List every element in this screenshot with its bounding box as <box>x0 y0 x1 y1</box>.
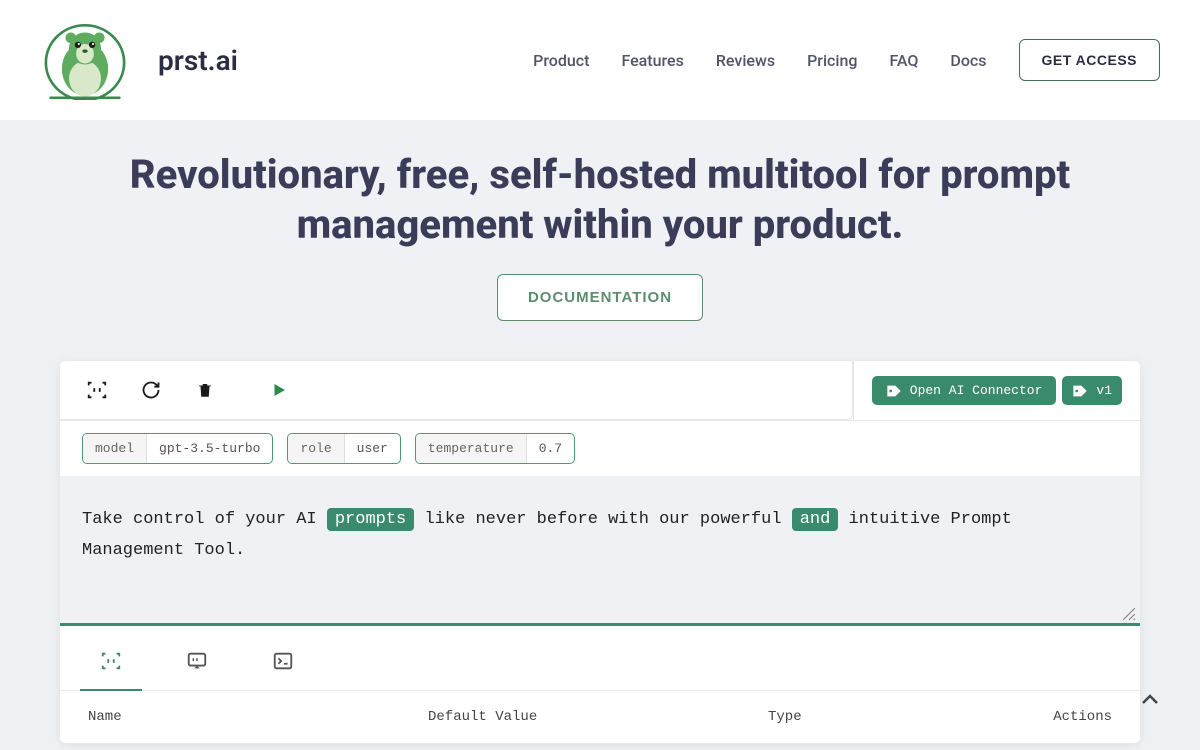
tab-comments[interactable] <box>174 642 220 690</box>
param-key: model <box>83 434 147 463</box>
refresh-icon[interactable] <box>138 377 164 403</box>
trash-icon[interactable] <box>192 377 218 403</box>
variables-table-header: Name Default Value Type Actions <box>60 691 1140 743</box>
terminal-icon <box>272 650 294 672</box>
play-icon[interactable] <box>266 377 292 403</box>
th-type: Type <box>768 709 1012 725</box>
connector-badge[interactable]: Open AI Connector <box>872 376 1057 405</box>
version-label: v1 <box>1096 383 1112 398</box>
hero-headline: Revolutionary, free, self-hosted multito… <box>80 150 1120 250</box>
toolbar-left <box>60 361 853 420</box>
param-temperature[interactable]: temperature 0.7 <box>415 433 575 464</box>
nav-docs[interactable]: Docs <box>950 51 986 70</box>
brand: prst.ai <box>40 20 238 100</box>
tag-icon <box>1072 384 1088 398</box>
hero: Revolutionary, free, self-hosted multito… <box>0 120 1200 341</box>
th-default: Default Value <box>428 709 768 725</box>
th-name: Name <box>88 709 428 725</box>
nav-pricing[interactable]: Pricing <box>807 51 857 70</box>
variable-token[interactable]: and <box>792 508 839 531</box>
chevron-up-icon <box>1138 688 1162 712</box>
app-panel: Open AI Connector v1 model gpt-3.5-turbo… <box>60 361 1140 743</box>
param-model[interactable]: model gpt-3.5-turbo <box>82 433 273 464</box>
param-value: user <box>345 434 400 463</box>
param-key: role <box>288 434 344 463</box>
param-role[interactable]: role user <box>287 433 400 464</box>
tab-console[interactable] <box>260 642 306 690</box>
brand-name: prst.ai <box>158 44 238 77</box>
site-header: prst.ai Product Features Reviews Pricing… <box>0 0 1200 120</box>
th-actions: Actions <box>1012 709 1112 725</box>
param-value: 0.7 <box>527 434 574 463</box>
resize-handle-icon[interactable] <box>1122 607 1136 621</box>
toolbar: Open AI Connector v1 <box>60 361 1140 421</box>
param-key: temperature <box>416 434 527 463</box>
connector-label: Open AI Connector <box>910 383 1043 398</box>
variable-token[interactable]: prompts <box>327 508 414 531</box>
tab-variables[interactable] <box>88 642 134 690</box>
params-row: model gpt-3.5-turbo role user temperatur… <box>60 421 1140 476</box>
toolbar-right: Open AI Connector v1 <box>853 361 1140 420</box>
comment-icon <box>186 650 208 672</box>
nav-features[interactable]: Features <box>621 51 683 70</box>
get-access-button[interactable]: GET ACCESS <box>1019 39 1161 81</box>
param-value: gpt-3.5-turbo <box>147 434 272 463</box>
nav-product[interactable]: Product <box>533 51 589 70</box>
scan-variable-icon[interactable] <box>84 377 110 403</box>
nav-faq[interactable]: FAQ <box>889 51 918 70</box>
tabs <box>60 626 1140 691</box>
logo-prairie-dog <box>40 20 130 100</box>
documentation-button[interactable]: DOCUMENTATION <box>497 274 703 321</box>
nav-reviews[interactable]: Reviews <box>716 51 775 70</box>
editor-text: like never before with our powerful <box>414 510 791 529</box>
scroll-to-top-button[interactable] <box>1130 680 1170 720</box>
scan-variable-icon <box>100 650 122 672</box>
version-badge[interactable]: v1 <box>1062 376 1122 405</box>
tag-icon <box>886 384 902 398</box>
main-nav: Product Features Reviews Pricing FAQ Doc… <box>533 39 1160 81</box>
prompt-editor[interactable]: Take control of your AI prompts like nev… <box>60 476 1140 626</box>
editor-text: Take control of your AI <box>82 510 327 529</box>
